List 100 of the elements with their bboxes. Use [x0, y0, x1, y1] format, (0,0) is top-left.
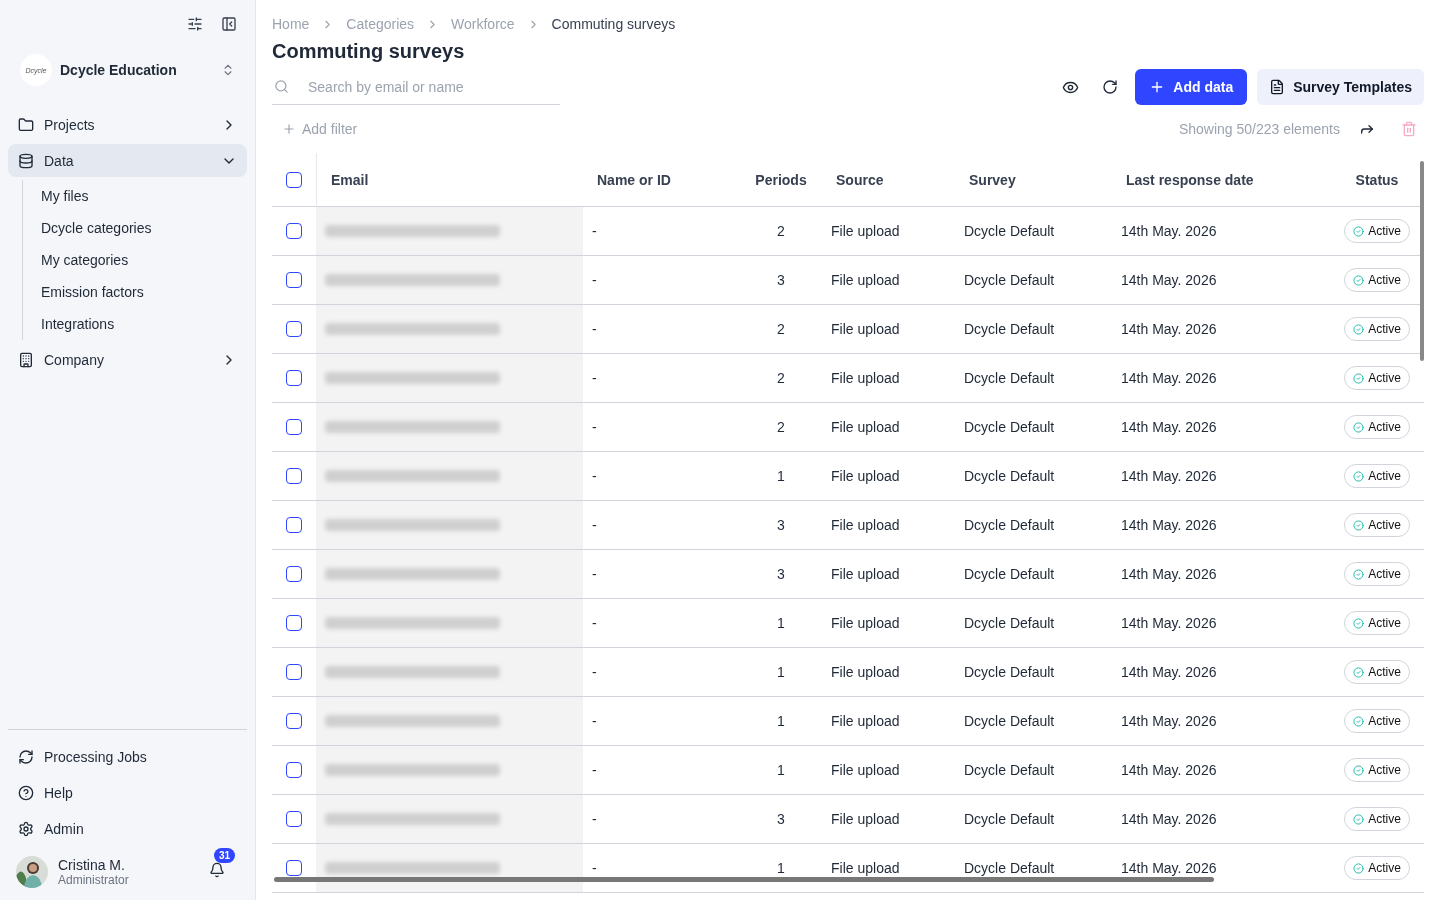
help-icon — [18, 784, 34, 801]
table-cell: File upload — [822, 501, 955, 550]
nav-subitem[interactable]: My categories — [41, 244, 247, 276]
table-cell: 1 — [740, 648, 822, 697]
row-checkbox[interactable] — [286, 762, 302, 778]
row-checkbox[interactable] — [286, 664, 302, 680]
page-title: Commuting surveys — [272, 40, 466, 63]
row-checkbox[interactable] — [286, 419, 302, 435]
column-header: Survey — [955, 153, 1112, 207]
table-cell: - — [583, 648, 740, 697]
table-cell: Dcycle Default — [955, 305, 1112, 354]
table-cell: 14th May. 2026 — [1112, 452, 1330, 501]
building-icon — [18, 351, 34, 368]
table-cell: Dcycle Default — [955, 746, 1112, 795]
table-cell: 14th May. 2026 — [1112, 207, 1330, 256]
row-checkbox[interactable] — [286, 615, 302, 631]
refresh-icon — [18, 748, 34, 765]
sliders-icon[interactable] — [187, 16, 203, 32]
table-cell: 14th May. 2026 — [1112, 256, 1330, 305]
plus-icon — [282, 122, 296, 136]
table-cell: - — [583, 452, 740, 501]
row-checkbox[interactable] — [286, 566, 302, 582]
table-cell: - — [583, 305, 740, 354]
column-header: Source — [822, 153, 955, 207]
row-checkbox[interactable] — [286, 860, 302, 876]
select-all-checkbox[interactable] — [286, 171, 302, 188]
table-cell: - — [583, 795, 740, 844]
search-field[interactable]: Search by email or name — [272, 69, 560, 105]
nav-item[interactable]: Company — [8, 343, 247, 376]
nav-subitem[interactable]: My files — [41, 180, 247, 212]
table-cell: File upload — [822, 354, 955, 403]
table-cell: 3 — [740, 501, 822, 550]
table-cell: - — [583, 550, 740, 599]
table-cell: 14th May. 2026 — [1112, 305, 1330, 354]
database-icon — [18, 152, 34, 169]
table-cell: 14th May. 2026 — [1112, 354, 1330, 403]
org-name: Dcycle Education — [60, 62, 178, 78]
table-cell: Dcycle Default — [955, 550, 1112, 599]
bell-icon[interactable] — [209, 862, 225, 878]
row-checkbox[interactable] — [286, 370, 302, 386]
row-checkbox[interactable] — [286, 517, 302, 533]
row-checkbox[interactable] — [286, 223, 302, 239]
table-cell: 2 — [740, 305, 822, 354]
nav-item[interactable]: Processing Jobs — [8, 740, 247, 773]
table-cell: 3 — [740, 550, 822, 599]
add-data-button[interactable]: Add data — [1135, 69, 1248, 105]
scrollbar[interactable] — [274, 877, 1214, 882]
row-checkbox[interactable] — [286, 811, 302, 827]
table-cell: 3 — [740, 256, 822, 305]
table-cell: - — [583, 501, 740, 550]
table-cell: 2 — [740, 403, 822, 452]
table-cell: Dcycle Default — [955, 697, 1112, 746]
user-role: Administrator — [58, 873, 130, 887]
table-cell: 2 — [740, 207, 822, 256]
table-cell: File upload — [822, 305, 955, 354]
table-cell: Dcycle Default — [955, 501, 1112, 550]
nav-subitem[interactable]: Integrations — [41, 308, 247, 340]
table-cell: Dcycle Default — [955, 648, 1112, 697]
row-checkbox[interactable] — [286, 321, 302, 337]
table-cell: Dcycle Default — [955, 795, 1112, 844]
notification-count: 31 — [213, 848, 235, 863]
table-cell: File upload — [822, 746, 955, 795]
table-cell: File upload — [822, 207, 955, 256]
table-cell: Dcycle Default — [955, 354, 1112, 403]
nav-item[interactable]: Admin — [8, 812, 247, 845]
table-cell: 14th May. 2026 — [1112, 697, 1330, 746]
table-cell: Dcycle Default — [955, 599, 1112, 648]
folder-icon — [18, 116, 34, 133]
survey-templates-button[interactable]: Survey Templates — [1257, 69, 1424, 105]
table-cell: Dcycle Default — [955, 403, 1112, 452]
nav-item[interactable]: Help — [8, 776, 247, 809]
table-cell: - — [583, 746, 740, 795]
row-checkbox[interactable] — [286, 468, 302, 484]
table-cell: - — [583, 599, 740, 648]
table-cell: 1 — [740, 452, 822, 501]
table-cell: 3 — [740, 795, 822, 844]
table-cell: 14th May. 2026 — [1112, 648, 1330, 697]
nav-item[interactable]: Data — [8, 144, 247, 177]
nav-subitem[interactable]: Dcycle categories — [41, 212, 247, 244]
row-checkbox[interactable] — [286, 272, 302, 288]
table-cell: File upload — [822, 795, 955, 844]
table-cell: 14th May. 2026 — [1112, 501, 1330, 550]
table-cell: - — [583, 256, 740, 305]
table-cell: 2 — [740, 354, 822, 403]
table-cell: File upload — [822, 256, 955, 305]
scrollbar[interactable] — [1420, 161, 1424, 361]
table-cell: 14th May. 2026 — [1112, 795, 1330, 844]
table-cell: File upload — [822, 550, 955, 599]
table-cell: 14th May. 2026 — [1112, 599, 1330, 648]
table-cell: 1 — [740, 746, 822, 795]
table-cell: Dcycle Default — [955, 452, 1112, 501]
row-checkbox[interactable] — [286, 713, 302, 729]
table-cell: 14th May. 2026 — [1112, 550, 1330, 599]
showing-count: Showing 50/223 elements — [1178, 121, 1340, 137]
nav-subitem[interactable]: Emission factors — [41, 276, 247, 308]
table-cell: 14th May. 2026 — [1112, 746, 1330, 795]
nav-item[interactable]: Projects — [8, 108, 247, 141]
table-cell: Dcycle Default — [955, 256, 1112, 305]
breadcrumb-link[interactable]: Commuting surveys — [551, 16, 676, 32]
collapse-sidebar-icon[interactable] — [221, 16, 237, 32]
